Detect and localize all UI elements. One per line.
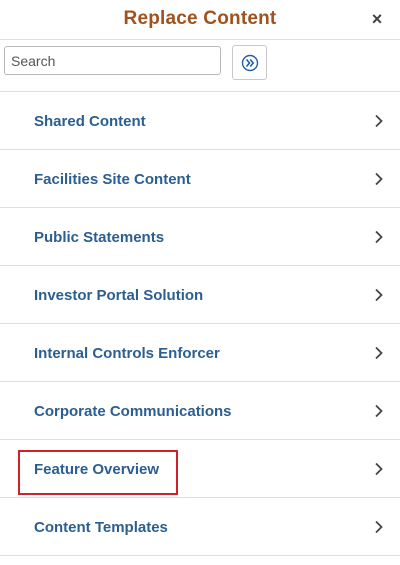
chevron-right-icon <box>375 114 383 128</box>
list-item-content-templates[interactable]: Content Templates <box>0 498 400 556</box>
double-chevron-right-icon <box>241 54 258 71</box>
chevron-right-icon <box>375 230 383 244</box>
chevron-right-icon <box>375 404 383 418</box>
list-item-public-statements[interactable]: Public Statements <box>0 208 400 266</box>
chevron-right-icon <box>375 462 383 476</box>
search-input[interactable] <box>4 46 221 75</box>
list-item-investor-portal-solution[interactable]: Investor Portal Solution <box>0 266 400 324</box>
list-item-label: Facilities Site Content <box>34 171 191 188</box>
content-list: Shared Content Facilities Site Content P… <box>0 92 400 556</box>
close-icon: × <box>371 9 383 29</box>
list-item-internal-controls-enforcer[interactable]: Internal Controls Enforcer <box>0 324 400 382</box>
list-item-label: Shared Content <box>34 113 146 130</box>
list-item-label: Feature Overview <box>34 461 160 478</box>
list-item-label: Investor Portal Solution <box>34 287 204 304</box>
search-row <box>0 40 400 92</box>
replace-content-panel: Replace Content × Shared Content Facilit… <box>0 0 400 565</box>
panel-title: Replace Content <box>123 8 277 29</box>
list-item-label: Internal Controls Enforcer <box>34 345 220 362</box>
list-item-shared-content[interactable]: Shared Content <box>0 92 400 150</box>
chevron-right-icon <box>375 172 383 186</box>
panel-header: Replace Content × <box>0 0 400 40</box>
list-item-feature-overview[interactable]: Feature Overview <box>0 440 400 498</box>
chevron-right-icon <box>375 346 383 360</box>
list-item-label: Corporate Communications <box>34 403 232 420</box>
search-go-button[interactable] <box>232 45 267 80</box>
chevron-right-icon <box>375 520 383 534</box>
list-item-facilities-site-content[interactable]: Facilities Site Content <box>0 150 400 208</box>
list-item-label: Public Statements <box>34 229 165 246</box>
close-button[interactable]: × <box>369 9 385 29</box>
chevron-right-icon <box>375 288 383 302</box>
list-item-corporate-communications[interactable]: Corporate Communications <box>0 382 400 440</box>
list-item-label: Content Templates <box>34 519 168 536</box>
